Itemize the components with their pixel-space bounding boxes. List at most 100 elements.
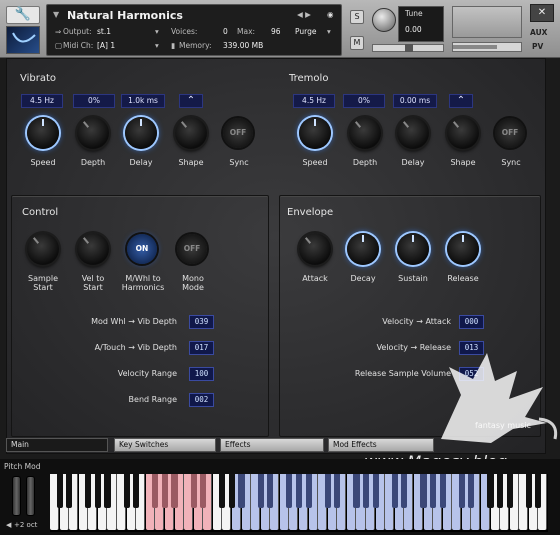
vibrato-shape-caret-icon[interactable]: ⌃ bbox=[179, 94, 203, 108]
piano-black-key[interactable] bbox=[362, 474, 370, 508]
piano-black-key[interactable] bbox=[525, 474, 532, 508]
piano-black-key[interactable] bbox=[238, 474, 245, 508]
vibrato-shape-knob[interactable] bbox=[175, 117, 207, 149]
tremolo-shape-knob[interactable] bbox=[447, 117, 479, 149]
volume-slider[interactable] bbox=[452, 42, 522, 52]
tab-main[interactable]: Main bbox=[6, 438, 108, 452]
velocity-range-value[interactable]: 100 bbox=[189, 367, 214, 381]
tune-knob[interactable] bbox=[372, 8, 396, 32]
piano-black-key[interactable] bbox=[458, 474, 465, 508]
piano-black-key[interactable] bbox=[353, 474, 360, 508]
sustain-knob[interactable] bbox=[397, 233, 429, 265]
vibrato-sync-toggle[interactable]: OFF bbox=[223, 118, 253, 148]
vibrato-speed-value[interactable]: 4.5 Hz bbox=[21, 94, 63, 108]
piano-black-key[interactable] bbox=[324, 474, 331, 508]
attack-knob[interactable] bbox=[299, 233, 331, 265]
sample-start-knob[interactable] bbox=[27, 233, 59, 265]
tremolo-depth-value[interactable]: 0% bbox=[343, 94, 385, 108]
vibrato-depth-value[interactable]: 0% bbox=[73, 94, 115, 108]
piano-black-key[interactable] bbox=[535, 474, 542, 508]
octave-shift-label[interactable]: +2 oct bbox=[14, 521, 37, 529]
piano-black-key[interactable] bbox=[228, 474, 236, 508]
piano-black-key[interactable] bbox=[123, 474, 130, 508]
piano-black-key[interactable] bbox=[420, 474, 427, 508]
pan-slider[interactable] bbox=[372, 44, 444, 52]
piano-black-key[interactable] bbox=[497, 474, 504, 508]
piano-black-key[interactable] bbox=[286, 474, 293, 508]
piano-keyboard[interactable] bbox=[50, 474, 548, 532]
tremolo-speed-value[interactable]: 4.5 Hz bbox=[293, 94, 335, 108]
solo-button[interactable]: S bbox=[350, 10, 364, 24]
vibrato-delay-knob[interactable] bbox=[125, 117, 157, 149]
piano-black-key[interactable] bbox=[171, 474, 178, 508]
tab-effects[interactable]: Effects bbox=[220, 438, 324, 452]
pitch-wheel[interactable] bbox=[12, 476, 21, 516]
wrench-icon[interactable]: 🔧 bbox=[6, 6, 40, 24]
tremolo-delay-knob[interactable] bbox=[397, 117, 429, 149]
vibrato-title: Vibrato bbox=[20, 73, 57, 84]
close-icon[interactable]: ✕ bbox=[530, 4, 554, 22]
prev-next-icon[interactable]: ◀ ▶ bbox=[297, 10, 311, 19]
mwhl-harmonics-toggle[interactable]: ON bbox=[127, 234, 157, 264]
mute-button[interactable]: M bbox=[350, 36, 364, 50]
mono-mode-toggle[interactable]: OFF bbox=[177, 234, 207, 264]
piano-black-key[interactable] bbox=[506, 474, 513, 508]
piano-black-key[interactable] bbox=[257, 474, 264, 508]
piano-black-key[interactable] bbox=[56, 474, 63, 508]
collapse-icon[interactable]: ▼ bbox=[53, 10, 59, 19]
piano-black-key[interactable] bbox=[85, 474, 92, 508]
piano-black-key[interactable] bbox=[439, 474, 446, 508]
mod-wheel[interactable] bbox=[26, 476, 35, 516]
decay-knob[interactable] bbox=[347, 233, 379, 265]
piano-black-key[interactable] bbox=[133, 474, 140, 508]
bend-range-value[interactable]: 002 bbox=[189, 393, 214, 407]
piano-black-key[interactable] bbox=[200, 474, 207, 508]
piano-black-key[interactable] bbox=[305, 474, 312, 508]
midi-dropdown-icon[interactable]: ▾ bbox=[155, 41, 159, 50]
pan-handle[interactable] bbox=[405, 44, 413, 52]
purge-dropdown-icon[interactable]: ▾ bbox=[327, 27, 331, 36]
release-knob[interactable] bbox=[447, 233, 479, 265]
piano-black-key[interactable] bbox=[401, 474, 408, 508]
tremolo-depth-knob[interactable] bbox=[349, 117, 381, 149]
camera-icon[interactable]: ◉ bbox=[327, 10, 334, 19]
tremolo-sync-toggle[interactable]: OFF bbox=[495, 118, 525, 148]
tab-mod-effects[interactable]: Mod Effects bbox=[328, 438, 434, 452]
octave-shift-icon[interactable]: ◀ bbox=[6, 521, 11, 529]
tune-value[interactable]: 0.00 bbox=[405, 25, 422, 34]
vibrato-speed-knob[interactable] bbox=[27, 117, 59, 149]
piano-black-key[interactable] bbox=[468, 474, 475, 508]
aux-button[interactable]: AUX bbox=[530, 28, 547, 37]
piano-black-key[interactable] bbox=[267, 474, 274, 508]
tab-key-switches[interactable]: Key Switches bbox=[114, 438, 216, 452]
tremolo-delay-value[interactable]: 0.00 ms bbox=[393, 94, 437, 108]
piano-black-key[interactable] bbox=[295, 474, 303, 508]
purge-select[interactable]: Purge bbox=[295, 27, 316, 36]
velocity-attack-value[interactable]: 000 bbox=[459, 315, 484, 329]
tremolo-shape-caret-icon[interactable]: ⌃ bbox=[449, 94, 473, 108]
piano-black-key[interactable] bbox=[487, 474, 494, 508]
vel-to-start-knob[interactable] bbox=[77, 233, 109, 265]
vibrato-delay-value[interactable]: 1.0k ms bbox=[121, 94, 165, 108]
max-value[interactable]: 96 bbox=[271, 27, 281, 36]
atouch-vib-depth-value[interactable]: 017 bbox=[189, 341, 214, 355]
output-dropdown-icon[interactable]: ▾ bbox=[155, 27, 159, 36]
vibrato-depth-knob[interactable] bbox=[77, 117, 109, 149]
piano-black-key[interactable] bbox=[190, 474, 197, 508]
output-select[interactable]: st.1 bbox=[97, 27, 111, 36]
midi-select[interactable]: [A] 1 bbox=[97, 41, 115, 50]
piano-black-key[interactable] bbox=[391, 474, 398, 508]
piano-black-key[interactable] bbox=[430, 474, 437, 508]
modwhl-vib-depth-value[interactable]: 039 bbox=[189, 315, 214, 329]
piano-black-key[interactable] bbox=[104, 474, 111, 508]
pv-button[interactable]: PV bbox=[532, 42, 543, 51]
piano-black-key[interactable] bbox=[219, 474, 226, 508]
piano-black-key[interactable] bbox=[152, 474, 159, 508]
instrument-strip: ▼ Natural Harmonics ◀ ▶ ◉ ⇒ Output: st.1… bbox=[46, 4, 342, 56]
piano-black-key[interactable] bbox=[372, 474, 379, 508]
piano-black-key[interactable] bbox=[334, 474, 341, 508]
piano-black-key[interactable] bbox=[161, 474, 168, 508]
tremolo-speed-knob[interactable] bbox=[299, 117, 331, 149]
piano-black-key[interactable] bbox=[66, 474, 73, 508]
piano-black-key[interactable] bbox=[94, 474, 101, 508]
